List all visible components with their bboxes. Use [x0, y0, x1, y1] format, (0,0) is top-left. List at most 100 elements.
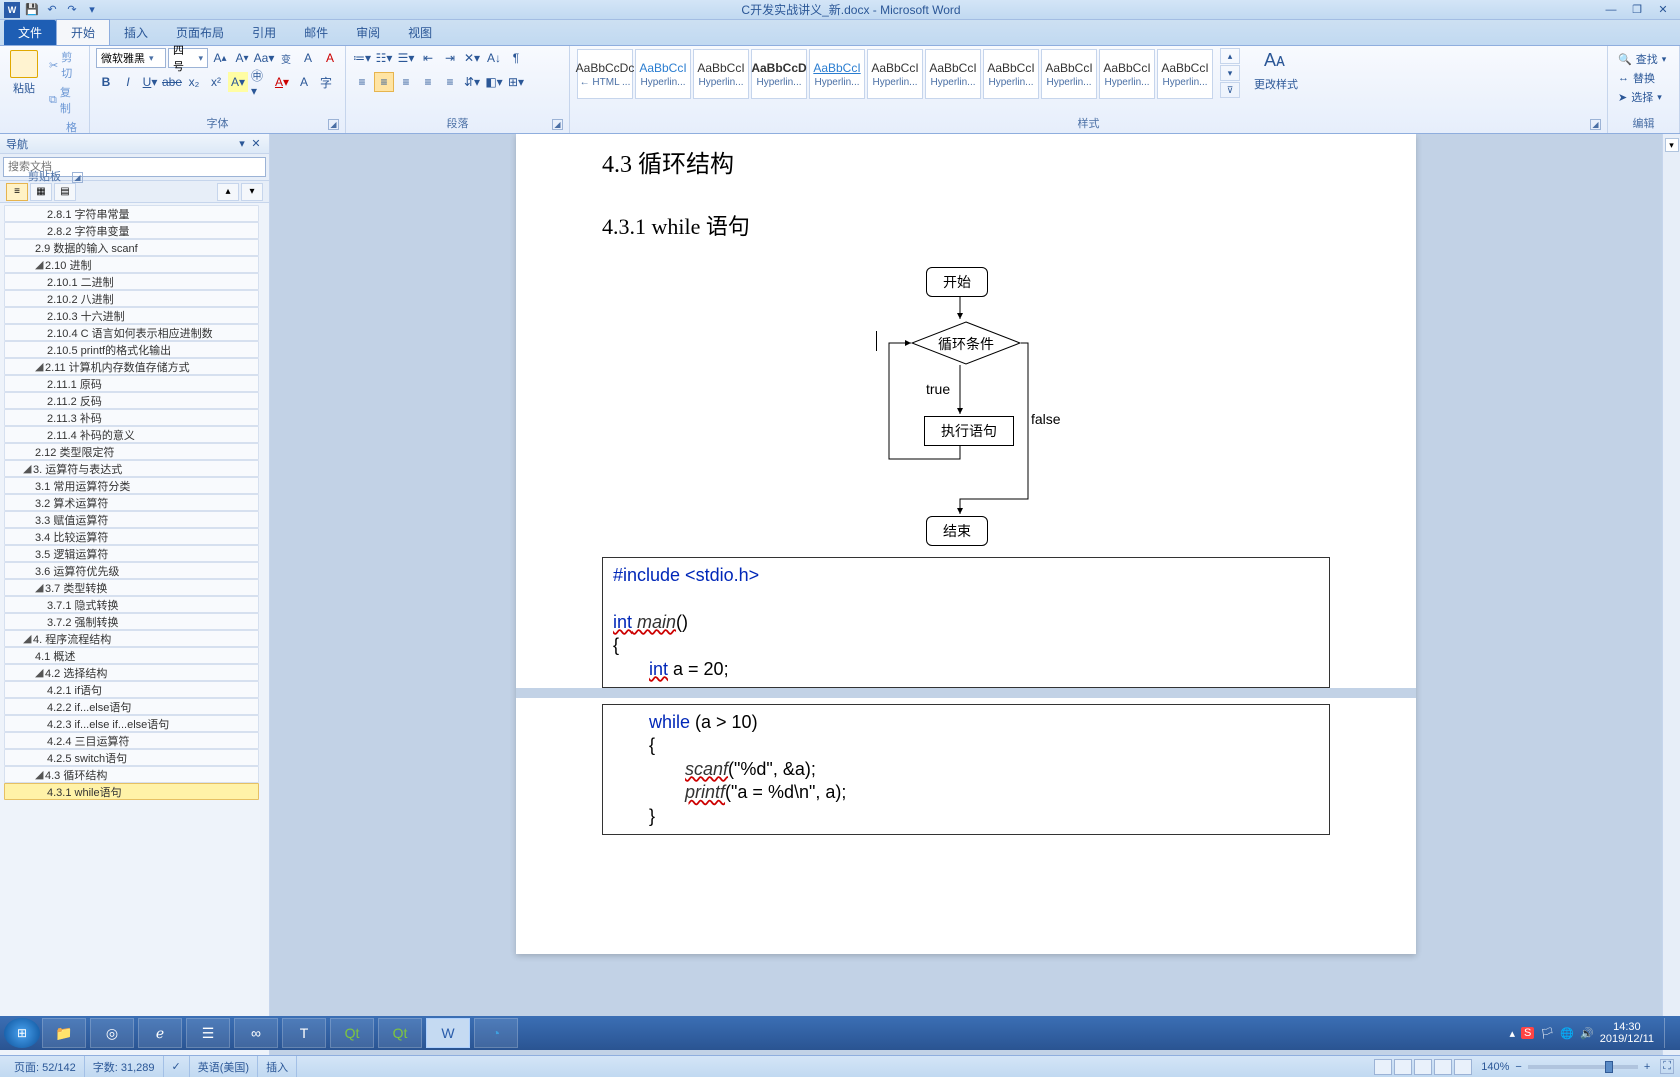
char-border-button[interactable]: A	[298, 48, 318, 68]
style-item-4[interactable]: AaBbCcIHyperlin...	[809, 49, 865, 99]
tray-clock[interactable]: 14:30 2019/12/11	[1600, 1021, 1654, 1045]
numbering-button[interactable]: ☷▾	[374, 48, 394, 68]
qat-dropdown-icon[interactable]: ▾	[84, 2, 100, 18]
font-launcher[interactable]: ◢	[328, 119, 339, 130]
nav-item-4[interactable]: 2.10.1 二进制	[4, 273, 259, 290]
paste-button[interactable]: 粘贴	[6, 48, 42, 98]
nav-item-2[interactable]: 2.9 数据的输入 scanf	[4, 239, 259, 256]
nav-item-18[interactable]: 3.3 赋值运算符	[4, 511, 259, 528]
redo-icon[interactable]: ↷	[64, 2, 80, 18]
multilevel-button[interactable]: ☰▾	[396, 48, 416, 68]
style-item-3[interactable]: AaBbCcDHyperlin...	[751, 49, 807, 99]
start-button[interactable]: ⊞	[4, 1018, 40, 1048]
status-insert[interactable]: 插入	[258, 1056, 297, 1077]
task-vs[interactable]: ∞	[234, 1018, 278, 1048]
nav-item-6[interactable]: 2.10.3 十六进制	[4, 307, 259, 324]
vruler-toggle[interactable]: ▾	[1665, 138, 1679, 152]
status-wordcount[interactable]: 字数: 31,289	[85, 1056, 164, 1077]
tab-home[interactable]: 开始	[56, 19, 110, 45]
nav-item-28[interactable]: 4.2.1 if语句	[4, 681, 259, 698]
tray-volume-icon[interactable]: 🔊	[1580, 1027, 1594, 1040]
task-terminal[interactable]: T	[282, 1018, 326, 1048]
asian-layout-button[interactable]: ✕▾	[462, 48, 482, 68]
tab-view[interactable]: 视图	[394, 20, 446, 45]
font-family-combo[interactable]: 微软雅黑	[96, 48, 166, 68]
task-explorer[interactable]: 📁	[42, 1018, 86, 1048]
copy-button[interactable]: ⧉复制	[46, 83, 83, 117]
nav-dropdown-button[interactable]: ▾	[235, 137, 249, 150]
clipboard-launcher[interactable]: ◢	[72, 172, 83, 183]
indent-dec-button[interactable]: ⇤	[418, 48, 438, 68]
change-case-button[interactable]: Aa▾	[254, 48, 274, 68]
view-print-layout[interactable]	[1374, 1059, 1392, 1075]
nav-item-7[interactable]: 2.10.4 C 语言如何表示相应进制数	[4, 324, 259, 341]
nav-item-25[interactable]: ◢4. 程序流程结构	[4, 630, 259, 647]
superscript-button[interactable]: x²	[206, 72, 226, 92]
nav-item-31[interactable]: 4.2.4 三目运算符	[4, 732, 259, 749]
nav-item-12[interactable]: 2.11.3 补码	[4, 409, 259, 426]
style-item-1[interactable]: AaBbCcIHyperlin...	[635, 49, 691, 99]
change-styles-button[interactable]: Aᴀ 更改样式	[1250, 48, 1302, 94]
styles-up-button[interactable]: ▴	[1220, 48, 1240, 64]
pilcrow-button[interactable]: ¶	[506, 48, 526, 68]
nav-item-26[interactable]: 4.1 概述	[4, 647, 259, 664]
bullets-button[interactable]: ≔▾	[352, 48, 372, 68]
style-item-10[interactable]: AaBbCcIHyperlin...	[1157, 49, 1213, 99]
nav-item-8[interactable]: 2.10.5 printf的格式化输出	[4, 341, 259, 358]
nav-next-button[interactable]: ▾	[241, 183, 263, 201]
nav-tree[interactable]: 2.8.1 字符串常量2.8.2 字符串变量2.9 数据的输入 scanf◢2.…	[0, 203, 269, 1055]
nav-item-11[interactable]: 2.11.2 反码	[4, 392, 259, 409]
undo-icon[interactable]: ↶	[44, 2, 60, 18]
style-item-8[interactable]: AaBbCcIHyperlin...	[1041, 49, 1097, 99]
styles-more-button[interactable]: ⊽	[1220, 82, 1240, 98]
sort-button[interactable]: A↓	[484, 48, 504, 68]
nav-tab-headings[interactable]: ≡	[6, 183, 28, 201]
task-word[interactable]: W	[426, 1018, 470, 1048]
replace-button[interactable]: ↔替换	[1614, 69, 1670, 87]
view-web[interactable]	[1414, 1059, 1432, 1075]
nav-item-3[interactable]: ◢2.10 进制	[4, 256, 259, 273]
nav-item-15[interactable]: ◢3. 运算符与表达式	[4, 460, 259, 477]
enclosed-button[interactable]: 字	[316, 72, 336, 92]
shrink-font-button[interactable]: A▾	[232, 48, 252, 68]
tab-references[interactable]: 引用	[238, 20, 290, 45]
bold-button[interactable]: B	[96, 72, 116, 92]
nav-item-23[interactable]: 3.7.1 隐式转换	[4, 596, 259, 613]
nav-item-10[interactable]: 2.11.1 原码	[4, 375, 259, 392]
tray-network-icon[interactable]: 🌐	[1560, 1027, 1574, 1040]
indent-inc-button[interactable]: ⇥	[440, 48, 460, 68]
select-button[interactable]: ➤选择▾	[1614, 88, 1670, 106]
align-center-button[interactable]: ≡	[374, 72, 394, 92]
styles-launcher[interactable]: ◢	[1590, 119, 1601, 130]
char-shading-button[interactable]: A	[294, 72, 314, 92]
cut-button[interactable]: ✂剪切	[46, 48, 83, 82]
view-fullscreen[interactable]	[1394, 1059, 1412, 1075]
tab-review[interactable]: 审阅	[342, 20, 394, 45]
nav-item-32[interactable]: 4.2.5 switch语句	[4, 749, 259, 766]
status-language[interactable]: 英语(美国)	[190, 1056, 258, 1077]
nav-item-16[interactable]: 3.1 常用运算符分类	[4, 477, 259, 494]
status-spellcheck[interactable]: ✓	[164, 1056, 190, 1077]
status-page[interactable]: 页面: 52/142	[6, 1056, 85, 1077]
nav-item-17[interactable]: 3.2 算术运算符	[4, 494, 259, 511]
restore-button[interactable]: ❐	[1628, 3, 1646, 17]
tab-mailings[interactable]: 邮件	[290, 20, 342, 45]
line-spacing-button[interactable]: ⇵▾	[462, 72, 482, 92]
nav-item-30[interactable]: 4.2.3 if...else if...else语句	[4, 715, 259, 732]
zoom-fit-button[interactable]: ⛶	[1660, 1059, 1674, 1074]
find-button[interactable]: 🔍查找▾	[1614, 50, 1670, 68]
nav-item-24[interactable]: 3.7.2 强制转换	[4, 613, 259, 630]
font-size-combo[interactable]: 四号	[168, 48, 208, 68]
styles-down-button[interactable]: ▾	[1220, 65, 1240, 81]
style-item-9[interactable]: AaBbCcIHyperlin...	[1099, 49, 1155, 99]
task-camtasia[interactable]: ◔	[474, 1018, 518, 1048]
show-desktop-button[interactable]	[1664, 1018, 1672, 1048]
nav-item-21[interactable]: 3.6 运算符优先级	[4, 562, 259, 579]
nav-item-34[interactable]: 4.3.1 while语句	[4, 783, 259, 800]
nav-item-9[interactable]: ◢2.11 计算机内存数值存储方式	[4, 358, 259, 375]
text-highlight-button[interactable]: A▾	[228, 72, 248, 92]
view-outline[interactable]	[1434, 1059, 1452, 1075]
zoom-level[interactable]: 140%	[1481, 1061, 1509, 1073]
nav-tab-results[interactable]: ▤	[54, 183, 76, 201]
nav-item-33[interactable]: ◢4.3 循环结构	[4, 766, 259, 783]
